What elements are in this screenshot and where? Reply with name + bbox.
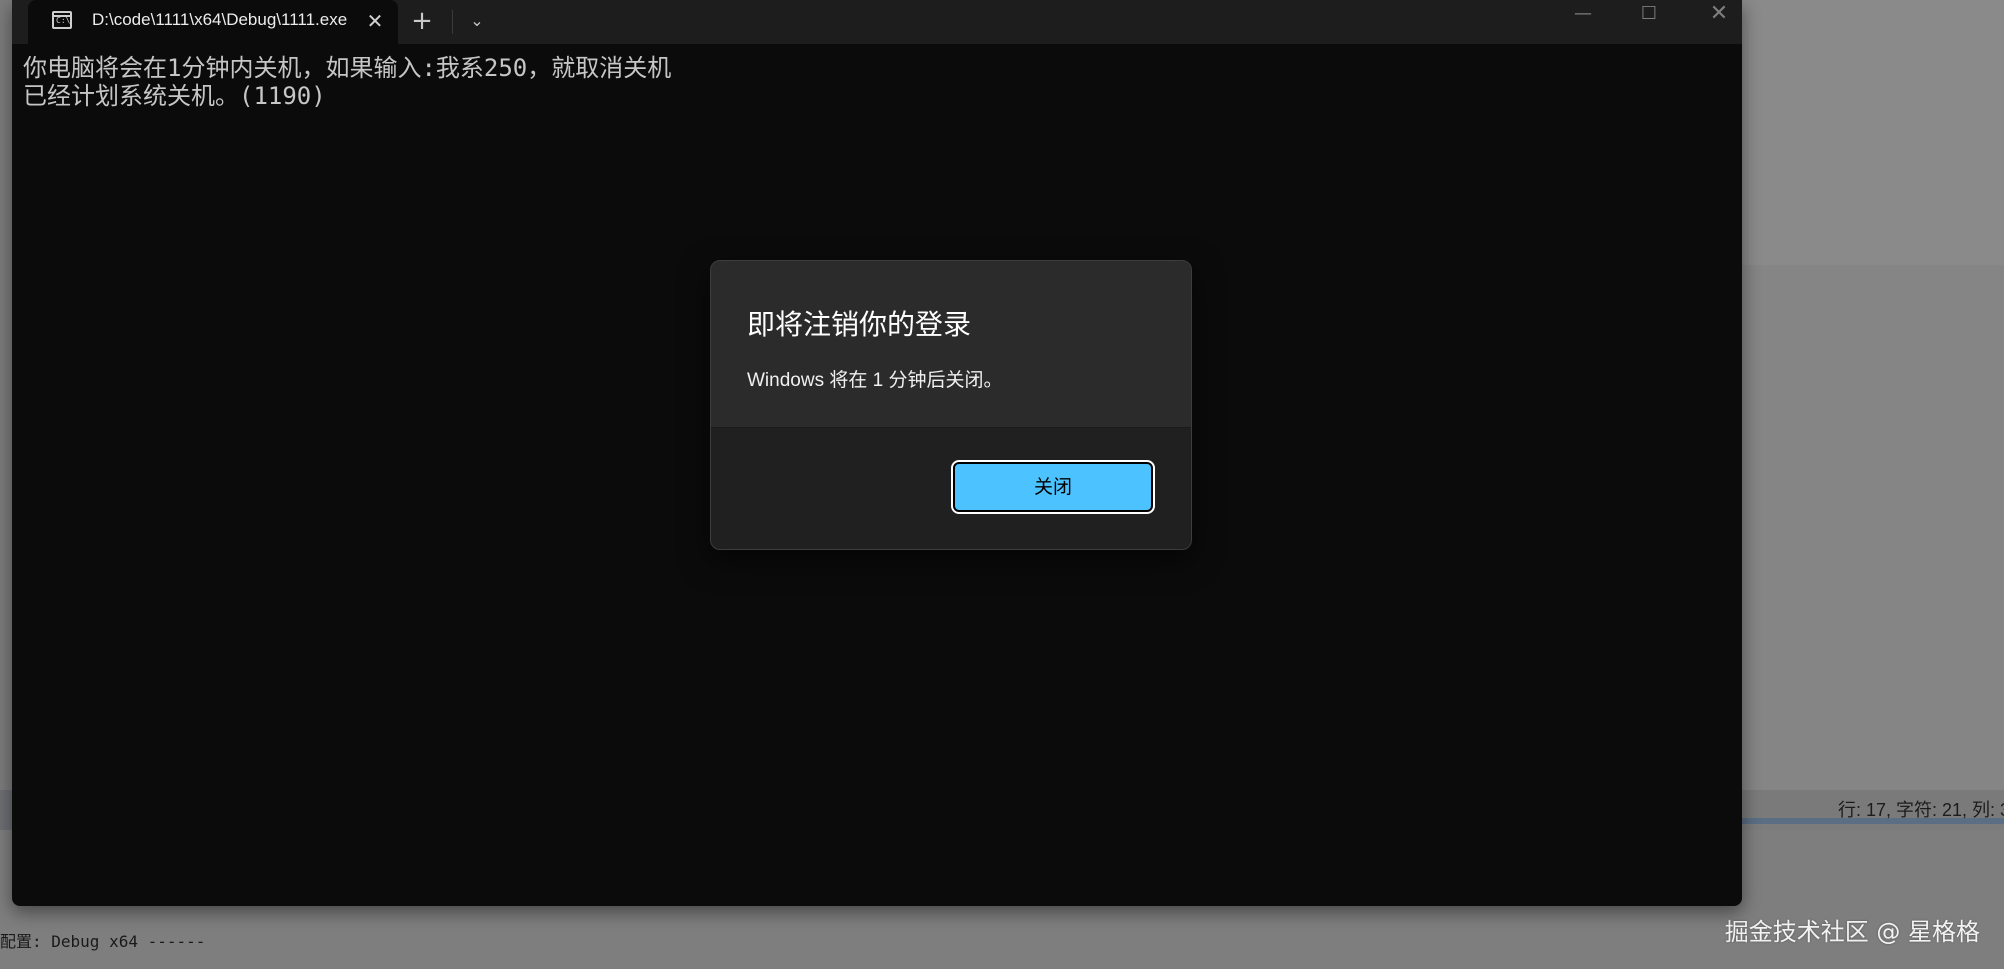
shutdown-dialog: 即将注销你的登录 Windows 将在 1 分钟后关闭。 关闭	[710, 260, 1192, 550]
tab-close-icon[interactable]: ✕	[360, 6, 390, 36]
maximize-button[interactable]: ☐	[1614, 0, 1684, 32]
dialog-body: 即将注销你的登录 Windows 将在 1 分钟后关闭。	[711, 261, 1191, 427]
close-dialog-button[interactable]: 关闭	[951, 460, 1155, 514]
close-window-button[interactable]: ✕	[1684, 0, 1742, 32]
dialog-footer: 关闭	[711, 427, 1191, 549]
minimize-button[interactable]: —	[1548, 0, 1618, 32]
console-icon: C:\	[52, 11, 72, 29]
tab-title: D:\code\1111\x64\Debug\1111.exe	[92, 10, 348, 29]
dialog-message: Windows 将在 1 分钟后关闭。	[747, 370, 1003, 391]
background-editor-panel	[1742, 0, 2004, 265]
background-left-strip	[0, 790, 12, 830]
console-icon-glyph: C:\	[56, 16, 71, 25]
console-line: 已经计划系统关机。(1190)	[23, 82, 326, 110]
tab-separator	[452, 10, 453, 34]
console-line: 你电脑将会在1分钟内关机，如果输入:我系250，就取消关机	[23, 54, 672, 82]
new-tab-button[interactable]: +	[404, 4, 440, 38]
dialog-title: 即将注销你的登录	[747, 308, 972, 341]
watermark: 掘金技术社区 @ 星格格	[1724, 918, 1980, 946]
background-editor-area	[1742, 265, 2004, 790]
tab-dropdown-icon[interactable]: ⌄	[460, 4, 494, 38]
status-bar-position: 行: 17, 字符: 21, 列: 3	[1838, 800, 2004, 820]
console-output[interactable]: 你电脑将会在1分钟内关机，如果输入:我系250，就取消关机 已经计划系统关机。(1…	[23, 54, 671, 110]
title-bar[interactable]: C:\ D:\code\1111\x64\Debug\1111.exe ✕ + …	[12, 0, 1742, 44]
terminal-tab[interactable]: C:\ D:\code\1111\x64\Debug\1111.exe ✕	[28, 0, 398, 44]
output-line: 配置: Debug x64 ------	[0, 932, 206, 951]
